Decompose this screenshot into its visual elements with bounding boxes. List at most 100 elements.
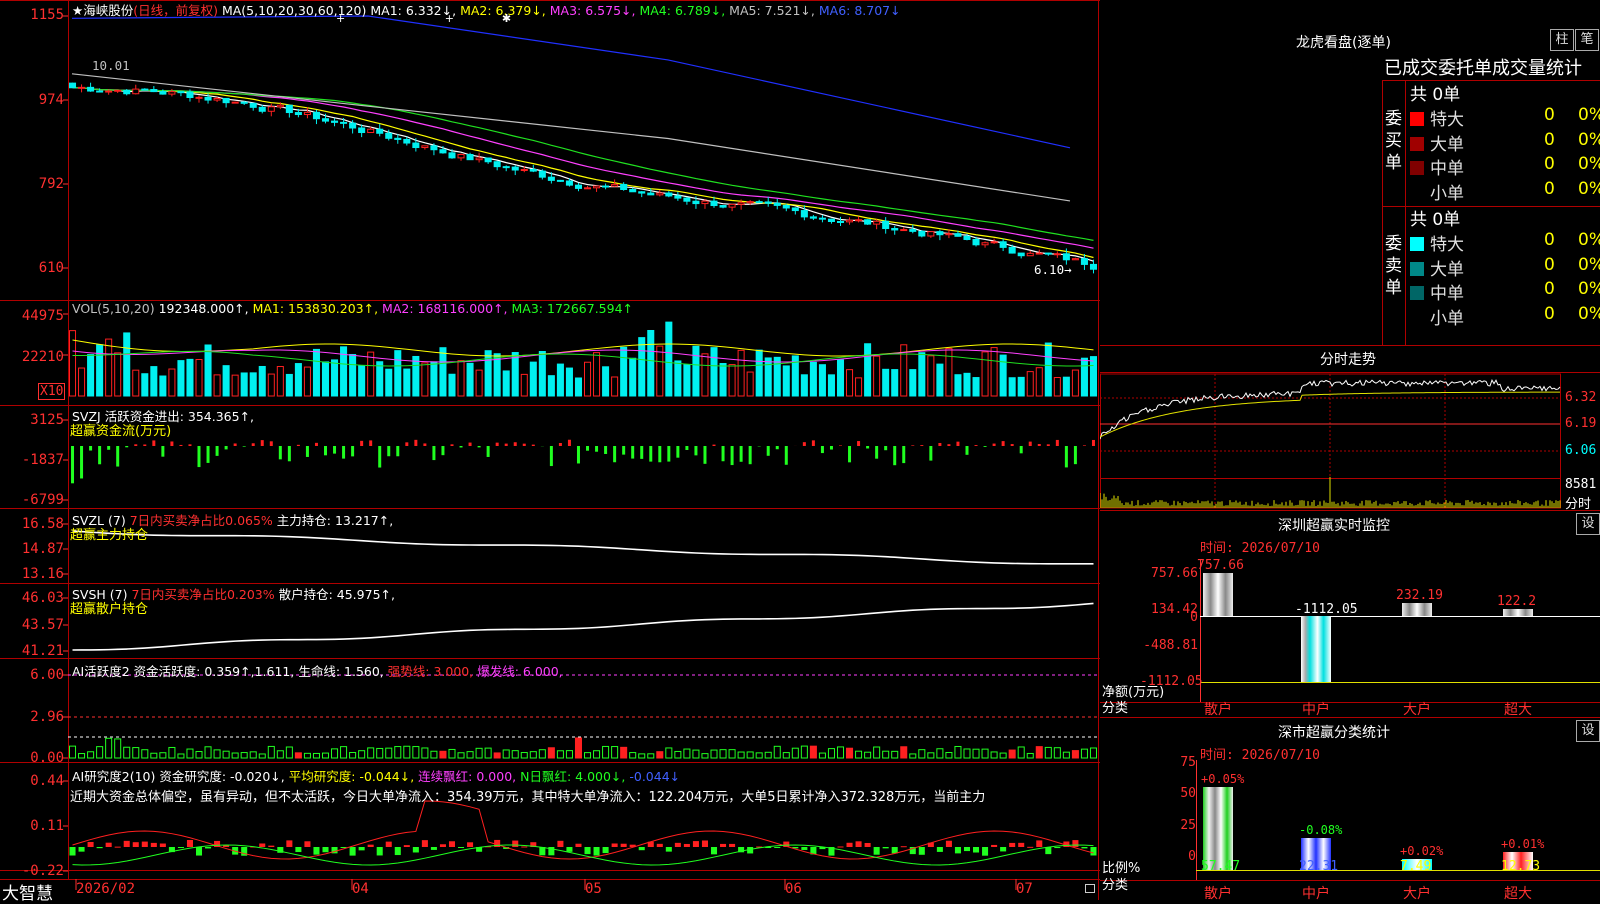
volume-bar bbox=[204, 344, 212, 397]
candle-body bbox=[168, 91, 176, 95]
research-bar bbox=[421, 840, 428, 847]
volume-bar bbox=[891, 369, 899, 397]
candle-body bbox=[864, 219, 872, 225]
bar-view-button[interactable]: 柱 bbox=[1550, 29, 1574, 51]
activity-bar bbox=[358, 750, 366, 759]
volume-bar bbox=[1080, 357, 1088, 397]
candle-body bbox=[882, 220, 890, 230]
ai2-tick-3: -0.22 bbox=[21, 863, 64, 879]
volume-bar bbox=[1026, 371, 1034, 397]
volume-bar bbox=[132, 369, 140, 397]
volume-bar bbox=[864, 343, 872, 397]
class-xlabel: 分类 bbox=[1102, 878, 1129, 893]
svsh-ratio: 7日内买卖净占比0.203% bbox=[131, 587, 275, 602]
buy-order-row-name: 中单 bbox=[1430, 159, 1464, 179]
activity-bar bbox=[873, 746, 881, 759]
activity-bar bbox=[855, 750, 863, 759]
volume-bar bbox=[403, 368, 411, 397]
xaxis-label-4: 06 bbox=[785, 881, 802, 897]
volume-bar bbox=[981, 351, 989, 397]
research-bar bbox=[837, 846, 844, 848]
activity-bar bbox=[638, 753, 646, 759]
candle-body bbox=[719, 205, 727, 208]
intraday-tick-1: 6.32 bbox=[1565, 390, 1597, 405]
candle-body bbox=[800, 210, 808, 218]
class-tick-3: 25 bbox=[1180, 818, 1196, 833]
monitor-xlabel: 分类 bbox=[1102, 701, 1129, 716]
sell-order-row-pct: 0% bbox=[1578, 230, 1600, 250]
buy-order-row-count: 0 bbox=[1544, 105, 1555, 125]
volume-bar bbox=[927, 355, 935, 397]
svzj-sub: 超赢资金流(万元) bbox=[70, 424, 172, 439]
vol-header: VOL(5,10,20) 192348.000↑, MA1: 153830.20… bbox=[72, 301, 633, 316]
activity-bar bbox=[611, 746, 619, 759]
research-bar bbox=[1045, 847, 1052, 855]
candle-body bbox=[258, 106, 266, 112]
volume-bar bbox=[421, 362, 429, 397]
activity-bar bbox=[565, 750, 573, 759]
research-bar bbox=[873, 847, 880, 855]
research-bar bbox=[593, 847, 600, 856]
candle-body bbox=[222, 97, 230, 104]
volume-bar bbox=[520, 373, 528, 397]
research-bar bbox=[774, 847, 781, 848]
volume-bar bbox=[331, 359, 339, 397]
buy-order-color-swatch bbox=[1410, 136, 1424, 151]
candle-body bbox=[611, 183, 619, 187]
candle-body bbox=[439, 149, 447, 154]
activity-bar bbox=[376, 747, 384, 759]
svsh-tick-1: 46.03 bbox=[21, 590, 64, 606]
buy-order-row: 小单 0 0% bbox=[1410, 179, 1600, 204]
ai2-neg: -0.044↓ bbox=[629, 769, 681, 784]
activity-bar bbox=[520, 752, 528, 759]
volume-bar bbox=[349, 353, 357, 397]
research-bar bbox=[304, 841, 311, 847]
brand-logo[interactable]: 大智慧 bbox=[2, 879, 53, 904]
candle-body bbox=[737, 202, 745, 205]
activity-bar bbox=[665, 747, 673, 759]
candle-body bbox=[177, 91, 185, 94]
research-bar bbox=[882, 847, 889, 849]
activity-bar bbox=[294, 752, 302, 759]
research-bar bbox=[195, 847, 203, 856]
activity-bar bbox=[114, 738, 122, 759]
activity-bar bbox=[132, 747, 140, 759]
price-tick-4: 610 bbox=[38, 260, 64, 276]
monitor-settings-button[interactable]: 设 bbox=[1576, 513, 1600, 535]
candle-body bbox=[990, 241, 998, 244]
volume-bar bbox=[665, 321, 673, 397]
tick-view-button[interactable]: 笔 bbox=[1575, 29, 1599, 51]
volume-bar bbox=[683, 363, 691, 397]
lock-icon[interactable] bbox=[1085, 884, 1095, 893]
period-mode[interactable]: (日线，前复权) bbox=[133, 3, 218, 18]
volume-bar bbox=[123, 332, 131, 397]
ai1-burst: 爆发线: 6.000, bbox=[477, 664, 563, 679]
activity-bar bbox=[891, 750, 899, 759]
research-bar bbox=[1000, 847, 1007, 852]
volume-bar bbox=[114, 352, 122, 397]
research-bar bbox=[132, 842, 139, 847]
low-price-note: 6.10→ bbox=[1034, 262, 1072, 277]
volume-bar bbox=[620, 346, 628, 397]
volume-bar bbox=[936, 363, 944, 397]
stock-name[interactable]: ★海峡股份 bbox=[72, 3, 133, 18]
buy-order-row-name: 小单 bbox=[1430, 183, 1464, 204]
candle-body bbox=[593, 185, 601, 189]
volume-bar bbox=[656, 345, 664, 397]
activity-bar bbox=[538, 749, 546, 759]
class-settings-button[interactable]: 设 bbox=[1576, 720, 1600, 742]
volume-bar bbox=[882, 368, 890, 397]
volume-bar bbox=[358, 364, 366, 397]
activity-bar bbox=[141, 749, 149, 759]
research-bar bbox=[864, 842, 871, 847]
svzl-hold: 主力持仓: 13.217↑, bbox=[276, 513, 394, 528]
candle-body bbox=[96, 90, 104, 93]
ma-line bbox=[72, 86, 1094, 241]
vol-unit-badge[interactable]: X10 bbox=[38, 383, 66, 400]
candle-body bbox=[692, 200, 700, 205]
stock-chart-area[interactable] bbox=[0, 0, 1100, 900]
sell-order-row: 特大 0 0% bbox=[1410, 230, 1600, 255]
research-bar bbox=[114, 846, 121, 848]
candle-body bbox=[836, 220, 845, 223]
activity-bar bbox=[303, 752, 311, 759]
